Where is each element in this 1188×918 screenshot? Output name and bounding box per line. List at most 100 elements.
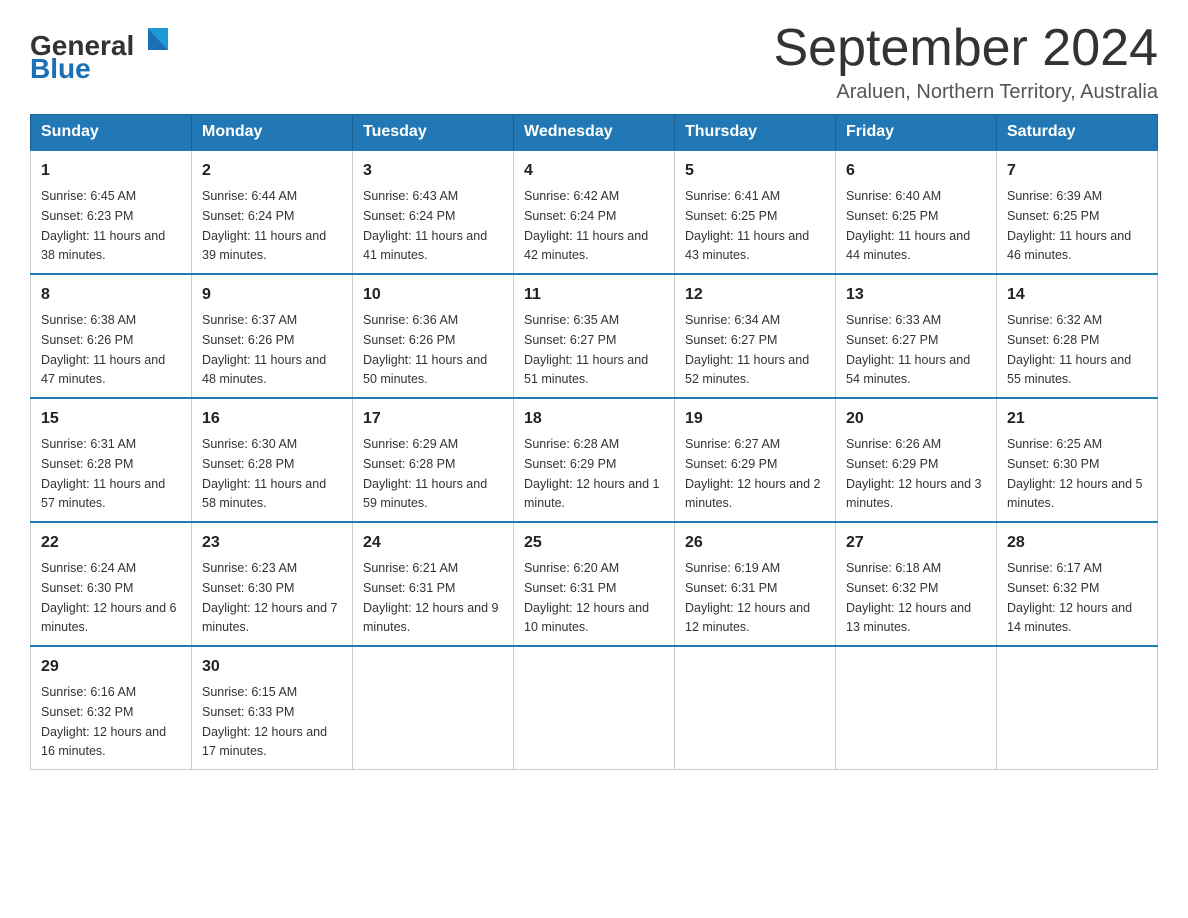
calendar-week-3: 15 Sunrise: 6:31 AMSunset: 6:28 PMDaylig… bbox=[31, 398, 1158, 522]
calendar-week-1: 1 Sunrise: 6:45 AMSunset: 6:23 PMDayligh… bbox=[31, 150, 1158, 274]
calendar-cell bbox=[997, 646, 1158, 770]
day-number: 6 bbox=[846, 159, 986, 183]
day-number: 11 bbox=[524, 283, 664, 307]
calendar-cell bbox=[514, 646, 675, 770]
calendar-cell: 13 Sunrise: 6:33 AMSunset: 6:27 PMDaylig… bbox=[836, 274, 997, 398]
calendar-cell: 5 Sunrise: 6:41 AMSunset: 6:25 PMDayligh… bbox=[675, 150, 836, 274]
day-info: Sunrise: 6:25 AMSunset: 6:30 PMDaylight:… bbox=[1007, 437, 1143, 510]
calendar-cell: 10 Sunrise: 6:36 AMSunset: 6:26 PMDaylig… bbox=[353, 274, 514, 398]
header-tuesday: Tuesday bbox=[353, 115, 514, 151]
day-info: Sunrise: 6:42 AMSunset: 6:24 PMDaylight:… bbox=[524, 189, 648, 262]
calendar-cell bbox=[836, 646, 997, 770]
calendar-cell: 12 Sunrise: 6:34 AMSunset: 6:27 PMDaylig… bbox=[675, 274, 836, 398]
day-info: Sunrise: 6:30 AMSunset: 6:28 PMDaylight:… bbox=[202, 437, 326, 510]
day-info: Sunrise: 6:36 AMSunset: 6:26 PMDaylight:… bbox=[363, 313, 487, 386]
header-sunday: Sunday bbox=[31, 115, 192, 151]
calendar-cell: 27 Sunrise: 6:18 AMSunset: 6:32 PMDaylig… bbox=[836, 522, 997, 646]
calendar-cell: 18 Sunrise: 6:28 AMSunset: 6:29 PMDaylig… bbox=[514, 398, 675, 522]
day-number: 10 bbox=[363, 283, 503, 307]
day-info: Sunrise: 6:23 AMSunset: 6:30 PMDaylight:… bbox=[202, 561, 338, 634]
logo: General Blue bbox=[30, 20, 170, 85]
day-number: 18 bbox=[524, 407, 664, 431]
calendar-cell: 16 Sunrise: 6:30 AMSunset: 6:28 PMDaylig… bbox=[192, 398, 353, 522]
header-thursday: Thursday bbox=[675, 115, 836, 151]
calendar-cell: 15 Sunrise: 6:31 AMSunset: 6:28 PMDaylig… bbox=[31, 398, 192, 522]
day-info: Sunrise: 6:33 AMSunset: 6:27 PMDaylight:… bbox=[846, 313, 970, 386]
day-info: Sunrise: 6:15 AMSunset: 6:33 PMDaylight:… bbox=[202, 685, 327, 758]
day-info: Sunrise: 6:26 AMSunset: 6:29 PMDaylight:… bbox=[846, 437, 982, 510]
day-info: Sunrise: 6:38 AMSunset: 6:26 PMDaylight:… bbox=[41, 313, 165, 386]
header-wednesday: Wednesday bbox=[514, 115, 675, 151]
day-info: Sunrise: 6:17 AMSunset: 6:32 PMDaylight:… bbox=[1007, 561, 1132, 634]
day-info: Sunrise: 6:18 AMSunset: 6:32 PMDaylight:… bbox=[846, 561, 971, 634]
page-header: General Blue September 2024 Araluen, Nor… bbox=[30, 20, 1158, 104]
calendar-week-2: 8 Sunrise: 6:38 AMSunset: 6:26 PMDayligh… bbox=[31, 274, 1158, 398]
day-info: Sunrise: 6:41 AMSunset: 6:25 PMDaylight:… bbox=[685, 189, 809, 262]
calendar-cell: 7 Sunrise: 6:39 AMSunset: 6:25 PMDayligh… bbox=[997, 150, 1158, 274]
calendar-cell: 24 Sunrise: 6:21 AMSunset: 6:31 PMDaylig… bbox=[353, 522, 514, 646]
calendar-cell: 22 Sunrise: 6:24 AMSunset: 6:30 PMDaylig… bbox=[31, 522, 192, 646]
calendar-cell: 25 Sunrise: 6:20 AMSunset: 6:31 PMDaylig… bbox=[514, 522, 675, 646]
calendar-cell: 1 Sunrise: 6:45 AMSunset: 6:23 PMDayligh… bbox=[31, 150, 192, 274]
day-number: 12 bbox=[685, 283, 825, 307]
day-info: Sunrise: 6:44 AMSunset: 6:24 PMDaylight:… bbox=[202, 189, 326, 262]
day-info: Sunrise: 6:40 AMSunset: 6:25 PMDaylight:… bbox=[846, 189, 970, 262]
day-info: Sunrise: 6:45 AMSunset: 6:23 PMDaylight:… bbox=[41, 189, 165, 262]
title-block: September 2024 Araluen, Northern Territo… bbox=[774, 20, 1159, 104]
calendar-cell: 20 Sunrise: 6:26 AMSunset: 6:29 PMDaylig… bbox=[836, 398, 997, 522]
calendar-header-row: Sunday Monday Tuesday Wednesday Thursday… bbox=[31, 115, 1158, 151]
day-number: 5 bbox=[685, 159, 825, 183]
day-number: 26 bbox=[685, 531, 825, 555]
calendar-table: Sunday Monday Tuesday Wednesday Thursday… bbox=[30, 114, 1158, 770]
day-info: Sunrise: 6:29 AMSunset: 6:28 PMDaylight:… bbox=[363, 437, 487, 510]
day-info: Sunrise: 6:24 AMSunset: 6:30 PMDaylight:… bbox=[41, 561, 177, 634]
day-info: Sunrise: 6:28 AMSunset: 6:29 PMDaylight:… bbox=[524, 437, 660, 510]
day-info: Sunrise: 6:21 AMSunset: 6:31 PMDaylight:… bbox=[363, 561, 499, 634]
calendar-cell: 23 Sunrise: 6:23 AMSunset: 6:30 PMDaylig… bbox=[192, 522, 353, 646]
day-info: Sunrise: 6:35 AMSunset: 6:27 PMDaylight:… bbox=[524, 313, 648, 386]
calendar-cell: 28 Sunrise: 6:17 AMSunset: 6:32 PMDaylig… bbox=[997, 522, 1158, 646]
calendar-week-5: 29 Sunrise: 6:16 AMSunset: 6:32 PMDaylig… bbox=[31, 646, 1158, 770]
day-number: 25 bbox=[524, 531, 664, 555]
logo-svg: General Blue bbox=[30, 20, 170, 85]
calendar-week-4: 22 Sunrise: 6:24 AMSunset: 6:30 PMDaylig… bbox=[31, 522, 1158, 646]
calendar-cell: 29 Sunrise: 6:16 AMSunset: 6:32 PMDaylig… bbox=[31, 646, 192, 770]
day-info: Sunrise: 6:27 AMSunset: 6:29 PMDaylight:… bbox=[685, 437, 821, 510]
day-number: 1 bbox=[41, 159, 181, 183]
calendar-cell: 6 Sunrise: 6:40 AMSunset: 6:25 PMDayligh… bbox=[836, 150, 997, 274]
day-info: Sunrise: 6:37 AMSunset: 6:26 PMDaylight:… bbox=[202, 313, 326, 386]
day-number: 15 bbox=[41, 407, 181, 431]
calendar-cell: 9 Sunrise: 6:37 AMSunset: 6:26 PMDayligh… bbox=[192, 274, 353, 398]
header-saturday: Saturday bbox=[997, 115, 1158, 151]
header-monday: Monday bbox=[192, 115, 353, 151]
calendar-cell: 30 Sunrise: 6:15 AMSunset: 6:33 PMDaylig… bbox=[192, 646, 353, 770]
calendar-cell: 11 Sunrise: 6:35 AMSunset: 6:27 PMDaylig… bbox=[514, 274, 675, 398]
calendar-cell: 4 Sunrise: 6:42 AMSunset: 6:24 PMDayligh… bbox=[514, 150, 675, 274]
day-number: 13 bbox=[846, 283, 986, 307]
day-number: 30 bbox=[202, 655, 342, 679]
day-info: Sunrise: 6:32 AMSunset: 6:28 PMDaylight:… bbox=[1007, 313, 1131, 386]
calendar-cell: 21 Sunrise: 6:25 AMSunset: 6:30 PMDaylig… bbox=[997, 398, 1158, 522]
day-number: 19 bbox=[685, 407, 825, 431]
day-number: 17 bbox=[363, 407, 503, 431]
calendar-cell: 2 Sunrise: 6:44 AMSunset: 6:24 PMDayligh… bbox=[192, 150, 353, 274]
day-number: 14 bbox=[1007, 283, 1147, 307]
day-info: Sunrise: 6:20 AMSunset: 6:31 PMDaylight:… bbox=[524, 561, 649, 634]
svg-text:Blue: Blue bbox=[30, 53, 91, 84]
day-number: 8 bbox=[41, 283, 181, 307]
day-number: 7 bbox=[1007, 159, 1147, 183]
day-number: 21 bbox=[1007, 407, 1147, 431]
day-number: 3 bbox=[363, 159, 503, 183]
day-number: 22 bbox=[41, 531, 181, 555]
day-number: 16 bbox=[202, 407, 342, 431]
day-number: 24 bbox=[363, 531, 503, 555]
day-number: 23 bbox=[202, 531, 342, 555]
day-info: Sunrise: 6:34 AMSunset: 6:27 PMDaylight:… bbox=[685, 313, 809, 386]
calendar-cell: 19 Sunrise: 6:27 AMSunset: 6:29 PMDaylig… bbox=[675, 398, 836, 522]
day-number: 27 bbox=[846, 531, 986, 555]
header-friday: Friday bbox=[836, 115, 997, 151]
calendar-cell bbox=[675, 646, 836, 770]
calendar-cell: 14 Sunrise: 6:32 AMSunset: 6:28 PMDaylig… bbox=[997, 274, 1158, 398]
calendar-cell: 3 Sunrise: 6:43 AMSunset: 6:24 PMDayligh… bbox=[353, 150, 514, 274]
calendar-cell bbox=[353, 646, 514, 770]
